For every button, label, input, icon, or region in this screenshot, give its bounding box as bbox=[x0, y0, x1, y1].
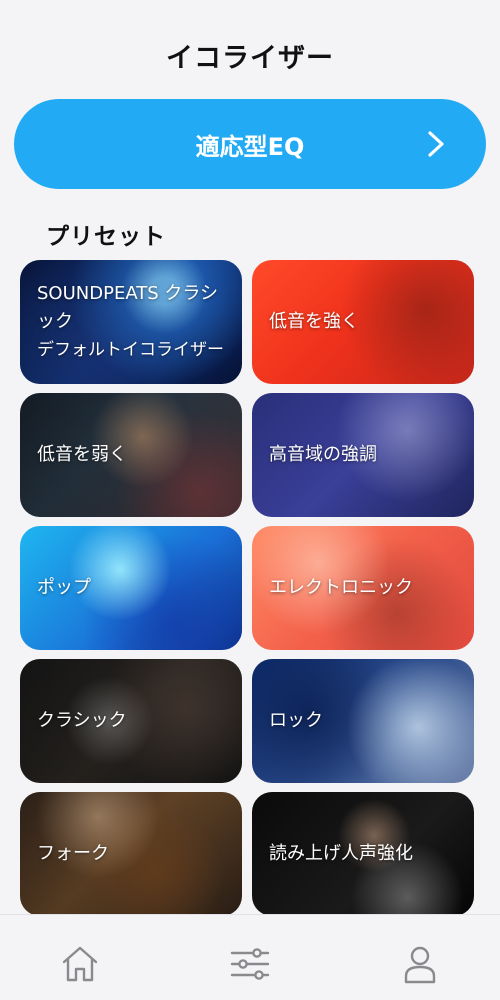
preset-label: ロック bbox=[269, 710, 323, 731]
preset-card-voice-enhance[interactable]: 読み上げ人声強化 bbox=[252, 792, 474, 916]
header: イコライザー bbox=[0, 30, 500, 80]
preset-label: 読み上げ人声強化 bbox=[269, 843, 413, 864]
preset-card-treble-boost[interactable]: 高音域の強調 bbox=[252, 393, 474, 517]
adaptive-eq-button[interactable]: 適応型EQ bbox=[14, 99, 486, 189]
presets-title: プリセット bbox=[46, 224, 166, 250]
preset-label: SOUNDPEATS クラシ bbox=[37, 283, 219, 304]
preset-label: 高音域の強調 bbox=[269, 444, 377, 465]
preset-card-soundpeats-classic[interactable]: SOUNDPEATS クラシ ック デフォルトイコライザー bbox=[20, 260, 242, 384]
page-title: イコライザー bbox=[166, 42, 334, 74]
chevron-right-icon bbox=[428, 131, 444, 157]
preset-label: エレクトロニック bbox=[269, 577, 413, 598]
preset-label: フォーク bbox=[37, 843, 109, 864]
preset-card-electronic[interactable]: エレクトロニック bbox=[252, 526, 474, 650]
preset-card-folk[interactable]: フォーク bbox=[20, 792, 242, 916]
tab-equalizer[interactable] bbox=[230, 943, 270, 985]
bottom-tab-bar bbox=[0, 914, 500, 1000]
profile-icon bbox=[404, 946, 436, 984]
preset-card-bass-reduce[interactable]: 低音を弱く bbox=[20, 393, 242, 517]
equalizer-sliders-icon bbox=[230, 948, 270, 980]
preset-label: ック bbox=[37, 311, 73, 332]
preset-label: クラシック bbox=[37, 710, 127, 731]
preset-card-rock[interactable]: ロック bbox=[252, 659, 474, 783]
app-screen: イコライザー 適応型EQ プリセット SOUNDPEATS クラシ ック デフォ… bbox=[0, 0, 500, 1000]
preset-card-classical[interactable]: クラシック bbox=[20, 659, 242, 783]
preset-sublabel: デフォルトイコライザー bbox=[37, 340, 224, 360]
preset-label: ポップ bbox=[37, 577, 91, 598]
home-icon bbox=[62, 946, 98, 982]
tab-home[interactable] bbox=[60, 943, 100, 985]
preset-card-pop[interactable]: ポップ bbox=[20, 526, 242, 650]
preset-label: 低音を弱く bbox=[37, 444, 127, 465]
preset-card-bass-boost[interactable]: 低音を強く bbox=[252, 260, 474, 384]
adaptive-eq-label: 適応型EQ bbox=[195, 132, 305, 161]
preset-label: 低音を強く bbox=[269, 311, 359, 332]
tab-profile[interactable] bbox=[400, 943, 440, 985]
